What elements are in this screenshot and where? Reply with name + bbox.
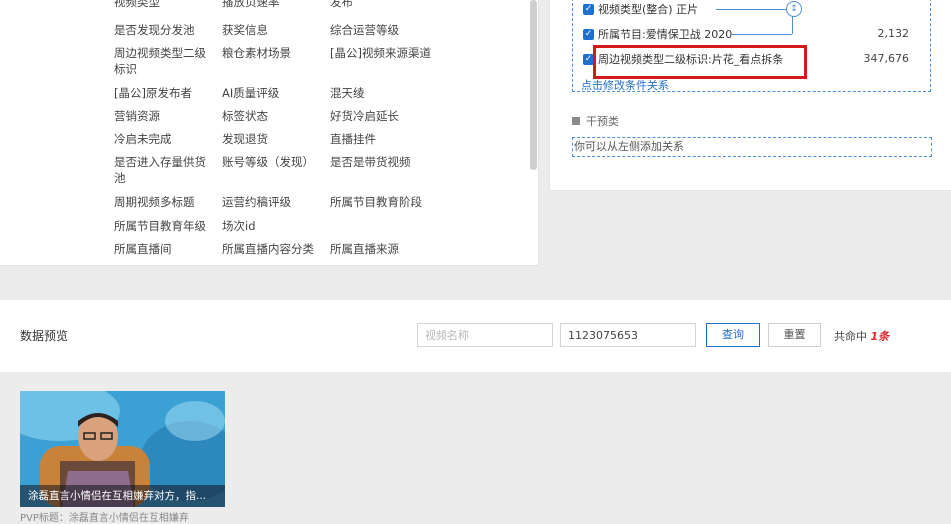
video-card[interactable]: 涂磊直言小情侣在互相嫌弃对方，指... xyxy=(20,391,225,507)
field-item[interactable]: 综合运营等级 xyxy=(330,22,432,38)
field-item[interactable]: [晶公]视频来源渠道 xyxy=(330,45,432,61)
reset-button[interactable]: 重置 xyxy=(768,323,821,347)
field-item[interactable]: 冷启未完成 xyxy=(114,131,216,147)
relation-node-icon[interactable]: ↕ xyxy=(786,1,802,17)
field-item[interactable]: 获奖信息 xyxy=(222,22,324,38)
connector-line xyxy=(792,16,793,34)
condition-count: 2,132 xyxy=(877,27,910,40)
check-icon[interactable]: ✓ xyxy=(583,3,594,15)
condition-label: 视频类型(整合) 正片 xyxy=(598,3,699,16)
intervention-section[interactable]: 干预类 xyxy=(572,113,619,129)
field-item[interactable]: 是否发现分发池 xyxy=(114,22,216,38)
condition-count: 347,676 xyxy=(863,52,910,65)
video-name-input[interactable] xyxy=(417,323,553,347)
condition-row[interactable]: ✓ 视频类型(整合) 正片 xyxy=(583,0,698,18)
field-item[interactable]: 发布 xyxy=(330,0,432,10)
collapse-icon[interactable] xyxy=(572,117,580,125)
highlight-annotation xyxy=(593,45,807,79)
field-item[interactable]: 混天绫 xyxy=(330,85,432,101)
field-item[interactable]: 发现退货 xyxy=(222,131,324,147)
field-item[interactable]: 是否是带货视频 xyxy=(330,154,432,170)
field-item[interactable]: 场次id xyxy=(222,218,324,234)
field-item[interactable]: 粮仓素材场景 xyxy=(222,45,324,61)
field-item[interactable]: 所属直播内容分类 xyxy=(222,241,324,257)
field-item[interactable]: 是否进入存量供货池 xyxy=(114,154,216,186)
field-item[interactable]: 好货冷启延长 xyxy=(330,108,432,124)
hit-count: 1条 xyxy=(870,330,890,343)
field-item[interactable]: 视频类型 xyxy=(114,0,216,10)
video-thumbnail[interactable]: 涂磊直言小情侣在互相嫌弃对方，指... xyxy=(20,391,225,507)
field-item[interactable]: 周期视频多标题 xyxy=(114,194,216,210)
query-button[interactable]: 查询 xyxy=(706,323,760,347)
condition-label: 所属节目:爱情保卫战 2020 xyxy=(598,28,733,41)
video-title[interactable]: PVP标题：涂磊直言小情侣在互相嫌弃 xyxy=(20,509,189,524)
field-item[interactable]: 所属节目教育阶段 xyxy=(330,194,432,210)
field-item[interactable]: 周边视频类型二级标识 xyxy=(114,45,216,77)
field-item[interactable]: AI质量评级 xyxy=(222,85,324,101)
connector-line xyxy=(716,9,786,10)
hit-count-text: 共命中 1条 xyxy=(834,328,889,344)
field-item[interactable]: 所属直播间 xyxy=(114,241,216,257)
video-caption: 涂磊直言小情侣在互相嫌弃对方，指... xyxy=(20,485,225,507)
edit-condition-relation-link[interactable]: 点击修改条件关系 xyxy=(581,77,669,93)
video-id-input[interactable] xyxy=(560,323,696,347)
field-item[interactable]: 播放页速率 xyxy=(222,0,324,10)
field-item[interactable]: 所属直播来源 xyxy=(330,241,432,257)
preview-title: 数据预览 xyxy=(20,329,69,343)
connector-line xyxy=(732,34,792,35)
condition-row[interactable]: ✓ 所属节目:爱情保卫战 2020 xyxy=(583,25,732,43)
field-item[interactable]: [晶公]原发布者 xyxy=(114,85,216,101)
section-label: 干预类 xyxy=(586,115,619,128)
field-item[interactable]: 所属节目教育年级 xyxy=(114,218,216,234)
field-item[interactable]: 直播挂件 xyxy=(330,131,432,147)
hit-prefix: 共命中 xyxy=(834,330,867,343)
field-item[interactable]: 营销资源 xyxy=(114,108,216,124)
field-item[interactable]: 账号等级（发现） xyxy=(222,154,324,170)
field-item[interactable]: 标签状态 xyxy=(222,108,324,124)
field-list-panel: 视频类型 播放页速率 发布 是否发现分发池 获奖信息 综合运营等级 周边视频类型… xyxy=(0,0,539,266)
check-icon[interactable]: ✓ xyxy=(583,28,594,40)
field-item[interactable]: 运营约稿评级 xyxy=(222,194,324,210)
field-list-scrollbar[interactable] xyxy=(530,0,537,170)
empty-relation-hint: 你可以从左侧添加关系 xyxy=(572,137,932,157)
